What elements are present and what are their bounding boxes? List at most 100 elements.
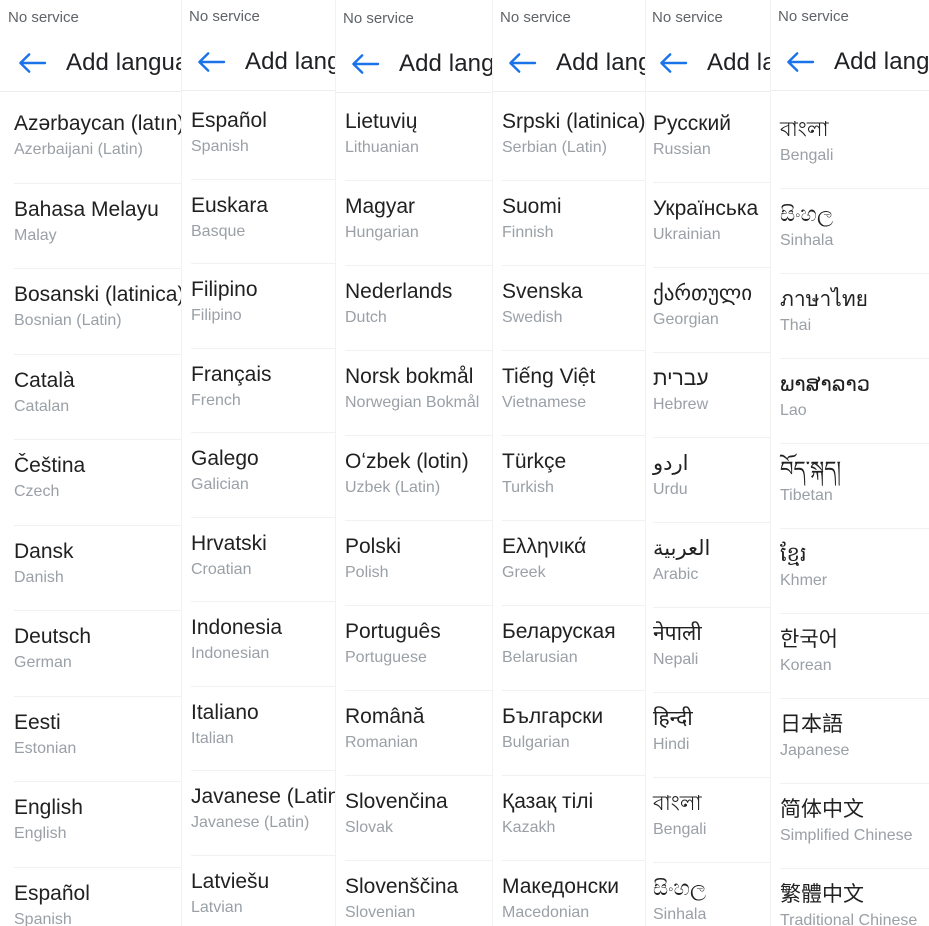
language-list-item[interactable]: Português Portuguese (345, 606, 492, 691)
language-native-name: Română (345, 705, 425, 728)
language-list-item[interactable]: བོད་སྐད། Tibetan (780, 444, 929, 529)
language-list-item[interactable]: Deutsch German (14, 611, 181, 697)
language-list-item[interactable]: Nederlands Dutch (345, 266, 492, 351)
language-native-name: English (14, 796, 83, 819)
language-list-item[interactable]: Suomi Finnish (502, 181, 645, 266)
language-list-item[interactable]: Javanese (Latin) Javanese (Latin) (191, 771, 335, 856)
language-native-name: Tiếng Việt (502, 365, 596, 388)
language-native-name: Deutsch (14, 625, 92, 648)
language-list-item[interactable]: Eesti Estonian (14, 697, 181, 782)
page-title: Add language (834, 47, 929, 75)
language-list-item[interactable]: Қазақ тілі Kazakh (502, 776, 645, 861)
language-english-name: Hindi (653, 736, 690, 753)
language-native-name: Hrvatski (191, 531, 267, 555)
language-english-name: German (14, 654, 72, 671)
carrier-status-label: No service (500, 8, 571, 26)
language-list-item[interactable]: Українська Ukrainian (653, 183, 770, 268)
language-list-item[interactable]: العربية Arabic (653, 523, 770, 608)
language-list-item[interactable]: বাংলা Bengali (780, 104, 929, 189)
language-english-name: Khmer (780, 572, 828, 589)
screenshot-panel-3: No service Add language Lietuvių Lithuanian… (335, 0, 492, 926)
language-list-item[interactable]: Română Romanian (345, 691, 492, 776)
language-list-item[interactable]: Magyar Hungarian (345, 181, 492, 266)
language-list-item[interactable]: Bosanski (latinica) Bosnian (Latin) (14, 269, 181, 355)
language-list-item[interactable]: Filipino Filipino (191, 264, 335, 349)
language-list-item[interactable]: 日本語 Japanese (780, 699, 929, 784)
language-list-item[interactable]: Español Spanish (14, 868, 181, 926)
language-list-item[interactable]: Polski Polish (345, 521, 492, 606)
language-list-item[interactable]: Latviešu Latvian (191, 856, 335, 926)
arrow-left-icon[interactable] (345, 44, 385, 84)
language-list-item[interactable]: Euskara Basque (191, 180, 335, 264)
language-list-item[interactable]: Norsk bokmål Norwegian Bokmål (345, 351, 492, 436)
language-list-item[interactable]: Lietuvių Lithuanian (345, 96, 492, 181)
language-list-item[interactable]: Slovenščina Slovenian (345, 861, 492, 926)
language-list-item[interactable]: ภาษาไทย Thai (780, 274, 929, 359)
language-list-item[interactable]: বাংলা Bengali (653, 778, 770, 863)
language-list-item[interactable]: ພາສາລາວ Lao (780, 359, 929, 444)
language-english-name: Javanese (Latin) (191, 814, 310, 831)
language-english-name: Finnish (502, 224, 554, 241)
language-list-item[interactable]: සිංහල Sinhala (780, 189, 929, 274)
language-list-item[interactable]: සිංහල Sinhala (653, 863, 770, 926)
language-list-item[interactable]: English English (14, 782, 181, 868)
language-native-name: Español (14, 881, 90, 905)
language-list-item[interactable]: Español Spanish (191, 95, 335, 180)
language-list-item[interactable]: Svenska Swedish (502, 266, 645, 351)
language-english-name: Slovak (345, 819, 394, 836)
language-native-name: Italiano (191, 700, 259, 724)
language-list-item[interactable]: עברית Hebrew (653, 353, 770, 438)
language-list-item[interactable]: Ελληνικά Greek (502, 521, 645, 606)
language-list-item[interactable]: Македонски Macedonian (502, 861, 645, 926)
language-english-name: Swedish (502, 309, 563, 326)
language-list-item[interactable]: हिन्दी Hindi (653, 693, 770, 778)
language-english-name: Danish (14, 568, 64, 586)
language-list: Español Spanish Euskara Basque Filipino Filip… (181, 91, 335, 926)
language-list-item[interactable]: 繁體中文 Traditional Chinese (780, 869, 929, 926)
language-list-item[interactable]: Oʻzbek (lotin) Uzbek (Latin) (345, 436, 492, 521)
arrow-left-icon[interactable] (653, 43, 693, 83)
language-list-item[interactable]: Italiano Italian (191, 687, 335, 771)
language-list-item[interactable]: Bahasa Melayu Malay (14, 184, 181, 269)
language-list-item[interactable]: Tiếng Việt Vietnamese (502, 351, 645, 436)
language-list-item[interactable]: Azərbaycan (latın) Azerbaijani (Latin) (14, 98, 181, 184)
carrier-status-label: No service (189, 7, 260, 25)
language-native-name: ພາສາລາວ (780, 373, 871, 396)
language-native-name: हिन्दी (653, 707, 693, 730)
language-native-name: Lietuvių (345, 110, 418, 133)
language-english-name: Greek (502, 564, 546, 581)
language-list: Lietuvių Lithuanian Magyar Hungarian Nederla… (335, 93, 492, 926)
language-list-item[interactable]: Dansk Danish (14, 526, 181, 611)
language-list-item[interactable]: Srpski (latinica) Serbian (Latin) (502, 96, 645, 181)
language-list-item[interactable]: Türkçe Turkish (502, 436, 645, 521)
arrow-left-icon[interactable] (780, 42, 820, 82)
carrier-status-label: No service (652, 8, 723, 26)
arrow-left-icon[interactable] (502, 43, 542, 83)
arrow-left-icon[interactable] (12, 43, 52, 83)
language-english-name: Basque (191, 222, 246, 240)
language-english-name: Norwegian Bokmål (345, 394, 480, 411)
language-list-item[interactable]: Български Bulgarian (502, 691, 645, 776)
language-list-item[interactable]: 한국어 Korean (780, 614, 929, 699)
language-english-name: Polish (345, 564, 389, 581)
language-english-name: Filipino (191, 307, 242, 324)
language-list-item[interactable]: Čeština Czech (14, 440, 181, 526)
language-list-item[interactable]: 简体中文 Simplified Chinese (780, 784, 929, 869)
language-english-name: Bengali (653, 821, 707, 838)
language-list-item[interactable]: ខ្មែរ Khmer (780, 529, 929, 614)
language-native-name: नेपाली (653, 622, 702, 645)
language-list-item[interactable]: नेपाली Nepali (653, 608, 770, 693)
language-native-name: Dansk (14, 539, 74, 563)
language-english-name: Lithuanian (345, 139, 419, 156)
language-list-item[interactable]: اردو Urdu (653, 438, 770, 523)
language-list-item[interactable]: Galego Galician (191, 433, 335, 518)
language-list-item[interactable]: Français French (191, 349, 335, 433)
language-list-item[interactable]: Беларуская Belarusian (502, 606, 645, 691)
language-list-item[interactable]: Hrvatski Croatian (191, 518, 335, 602)
language-list-item[interactable]: Català Catalan (14, 355, 181, 440)
language-list-item[interactable]: Русский Russian (653, 98, 770, 183)
arrow-left-icon[interactable] (191, 42, 231, 82)
language-list-item[interactable]: Slovenčina Slovak (345, 776, 492, 861)
language-list-item[interactable]: Indonesia Indonesian (191, 602, 335, 687)
language-list-item[interactable]: ქართული Georgian (653, 268, 770, 353)
